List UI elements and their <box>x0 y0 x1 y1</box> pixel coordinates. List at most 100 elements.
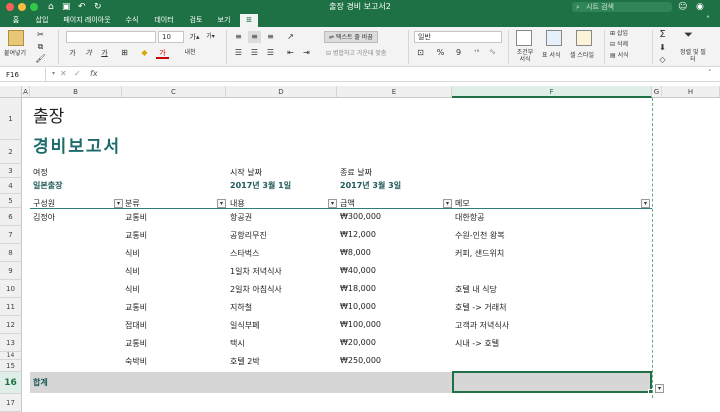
row-header-15[interactable]: 15 <box>0 360 22 372</box>
cell-memo[interactable]: 고객과 저녁식사 <box>455 320 509 331</box>
cell-description[interactable]: 지하철 <box>230 302 252 313</box>
tab-page-layout[interactable]: 페이지 레이아웃 <box>58 14 116 27</box>
cell-category[interactable]: 식비 <box>125 248 140 259</box>
font-name-select[interactable] <box>66 31 156 43</box>
sort-filter-icon[interactable]: ⏷ <box>682 29 695 41</box>
align-middle-icon[interactable]: ≡ <box>248 31 261 43</box>
cell-description[interactable]: 공항리무진 <box>230 230 267 241</box>
ribbon-collapse-icon[interactable]: ˄ <box>706 14 710 26</box>
insert-cells-button[interactable]: ⊞ 삽입 <box>610 29 628 38</box>
column-header-a[interactable]: A <box>22 86 30 98</box>
tab-formulas[interactable]: 수식 <box>120 14 144 27</box>
phonetic-button[interactable]: 내천 <box>178 47 202 59</box>
delete-cells-button[interactable]: ⊟ 삭제 <box>610 40 628 49</box>
decrease-indent-icon[interactable]: ⇤ <box>284 47 297 59</box>
row-header-13[interactable]: 13 <box>0 334 22 352</box>
shrink-font-button[interactable]: 가▾ <box>204 31 217 43</box>
row-header-17[interactable]: 17 <box>0 394 22 412</box>
column-header-e[interactable]: E <box>337 86 452 98</box>
cell-member[interactable]: 김정아 <box>33 212 55 223</box>
formula-input[interactable] <box>106 68 706 82</box>
increase-decimal-icon[interactable]: ⁺⁰ <box>470 47 483 59</box>
row-header-3[interactable]: 3 <box>0 164 22 178</box>
cell-memo[interactable]: 커피, 샌드위치 <box>455 248 504 259</box>
row-header-11[interactable]: 11 <box>0 298 22 316</box>
format-painter-icon[interactable]: 🖌 <box>34 53 47 65</box>
sheet-search-input[interactable]: ⌕ 시트 검색 <box>572 2 672 12</box>
underline-button[interactable]: 가 <box>98 47 111 59</box>
cell-category[interactable]: 식비 <box>125 266 140 277</box>
profile-icon[interactable]: ◉ <box>696 1 704 13</box>
paste-icon[interactable] <box>8 30 24 46</box>
column-header-f[interactable]: F <box>452 86 652 98</box>
total-dropdown-button[interactable]: ▾ <box>655 384 664 393</box>
column-header-d[interactable]: D <box>226 86 337 98</box>
table-format-icon[interactable] <box>546 30 562 46</box>
align-right-icon[interactable]: ☰ <box>264 47 277 59</box>
cut-icon[interactable]: ✂ <box>34 29 47 41</box>
borders-icon[interactable]: ⊞ <box>118 47 131 59</box>
cell-amount[interactable]: ₩300,000 <box>340 212 381 221</box>
bold-button[interactable]: 가 <box>66 47 79 59</box>
cell-amount[interactable]: ₩10,000 <box>340 302 376 311</box>
decrease-decimal-icon[interactable]: ⁰₀ <box>486 47 499 59</box>
font-color-button[interactable]: 가 <box>156 47 169 59</box>
expand-formula-icon[interactable]: ˅ <box>708 69 712 77</box>
tab-home[interactable]: 홈 <box>4 14 28 27</box>
cell-description[interactable]: 일식부페 <box>230 320 259 331</box>
filter-dropdown-description[interactable]: ▾ <box>328 199 337 208</box>
align-left-icon[interactable]: ☰ <box>232 47 245 59</box>
trip-value[interactable]: 일본출장 <box>33 180 62 191</box>
column-header-b[interactable]: B <box>30 86 122 98</box>
increase-indent-icon[interactable]: ⇥ <box>300 47 313 59</box>
cell-memo[interactable]: 수원-인천 왕복 <box>455 230 505 241</box>
row-header-7[interactable]: 7 <box>0 226 22 244</box>
fill-color-icon[interactable]: ◆ <box>138 47 151 59</box>
format-cells-button[interactable]: ▤ 서식 <box>610 51 629 60</box>
filter-dropdown-amount[interactable]: ▾ <box>443 199 452 208</box>
row-header-8[interactable]: 8 <box>0 244 22 262</box>
percent-button[interactable]: % <box>434 47 447 59</box>
cell-amount[interactable]: ₩100,000 <box>340 320 381 329</box>
cell-category[interactable]: 숙박비 <box>125 356 147 367</box>
cell-category[interactable]: 교통비 <box>125 302 147 313</box>
cell-styles-icon[interactable] <box>576 30 592 46</box>
cell-category[interactable]: 식비 <box>125 284 140 295</box>
row-header-9[interactable]: 9 <box>0 262 22 280</box>
copy-icon[interactable]: ⧉ <box>34 41 47 53</box>
filter-dropdown-memo[interactable]: ▾ <box>641 199 650 208</box>
cell-amount[interactable]: ₩250,000 <box>340 356 381 365</box>
cell-description[interactable]: 2일차 아침식사 <box>230 284 282 295</box>
align-center-icon[interactable]: ☰ <box>248 47 261 59</box>
clear-icon[interactable]: ◇ <box>656 54 669 66</box>
filter-dropdown-category[interactable]: ▾ <box>217 199 226 208</box>
column-header-h[interactable]: H <box>662 86 720 98</box>
tab-table[interactable]: 표 <box>240 14 258 27</box>
select-all-corner[interactable] <box>0 86 22 98</box>
align-top-icon[interactable]: ≡ <box>232 31 245 43</box>
merge-center-button[interactable]: ⊟ 병합하고 가운데 맞춤 <box>326 49 386 58</box>
cell-memo[interactable]: 대한항공 <box>455 212 484 223</box>
cell-amount[interactable]: ₩8,000 <box>340 248 371 257</box>
row-header-16[interactable]: 16 <box>0 372 22 394</box>
row-header-5[interactable]: 5 <box>0 194 22 208</box>
cell-amount[interactable]: ₩20,000 <box>340 338 376 347</box>
namebox-dropdown-icon[interactable]: ▾ <box>52 70 55 77</box>
italic-button[interactable]: 가 <box>82 47 95 59</box>
smiley-icon[interactable]: ☺ <box>678 1 687 13</box>
column-header-c[interactable]: C <box>122 86 226 98</box>
cancel-icon[interactable]: ✕ <box>60 69 67 78</box>
cell-description[interactable]: 스타벅스 <box>230 248 259 259</box>
cell-memo[interactable]: 시내 -> 호텔 <box>455 338 499 349</box>
autosum-icon[interactable]: Σ <box>656 29 669 41</box>
tab-review[interactable]: 검토 <box>184 14 208 27</box>
cell-memo[interactable]: 호텔 내 식당 <box>455 284 497 295</box>
row-header-14[interactable]: 14 <box>0 352 22 360</box>
name-box[interactable]: F16 <box>0 68 46 82</box>
row-header-6[interactable]: 6 <box>0 208 22 226</box>
cell-description[interactable]: 항공권 <box>230 212 252 223</box>
row-header-4[interactable]: 4 <box>0 178 22 194</box>
cell-memo[interactable]: 호텔 -> 거래처 <box>455 302 506 313</box>
tab-data[interactable]: 데이터 <box>148 14 180 27</box>
filter-dropdown-member[interactable]: ▾ <box>114 199 123 208</box>
